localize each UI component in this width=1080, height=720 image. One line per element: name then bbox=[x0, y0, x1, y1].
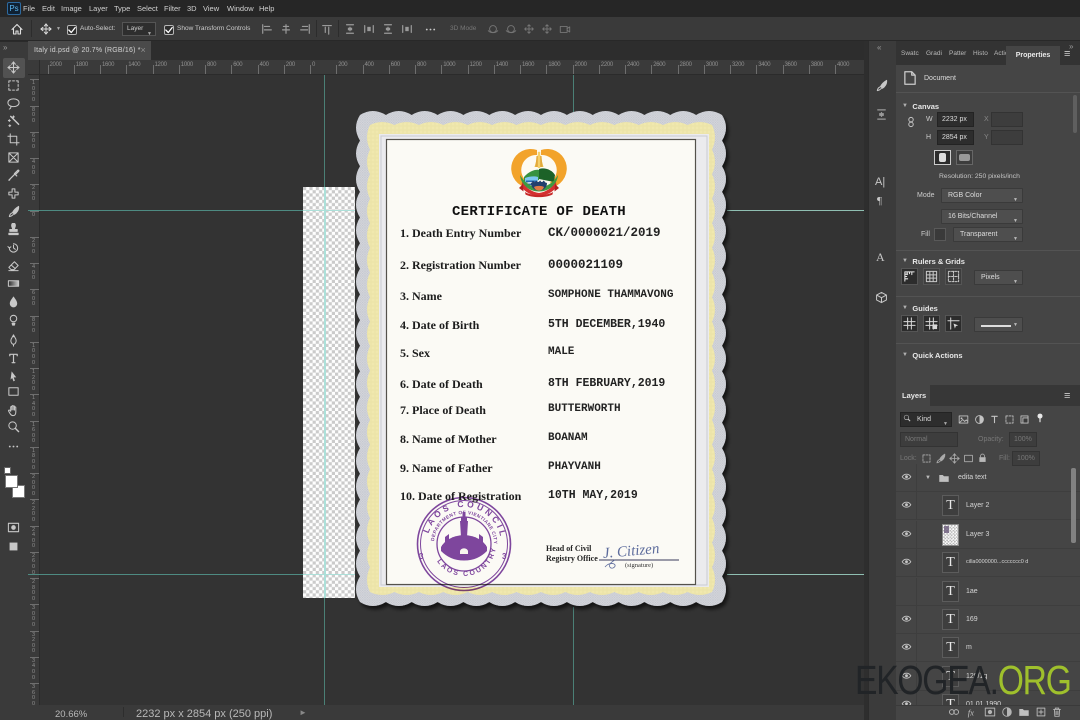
svg-text:3: 3 bbox=[502, 552, 507, 561]
svg-text:fx: fx bbox=[968, 707, 974, 717]
svg-text:J. Citizen: J. Citizen bbox=[602, 541, 660, 562]
svg-text:(signature): (signature) bbox=[625, 562, 653, 569]
svg-text:3: 3 bbox=[419, 552, 424, 561]
